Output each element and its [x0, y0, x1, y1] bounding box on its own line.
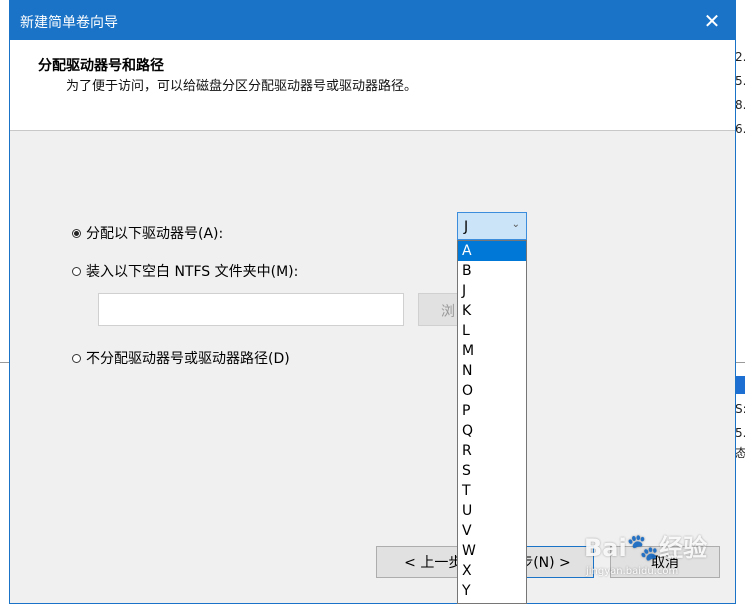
drive-letter-option-m[interactable]: M	[458, 341, 526, 361]
assign-letter-option[interactable]: 分配以下驱动器号(A):	[72, 223, 223, 243]
drive-letter-option-o[interactable]: O	[458, 381, 526, 401]
bg-fragment: 5.	[735, 426, 745, 440]
window-title: 新建简单卷向导	[20, 15, 118, 31]
drive-letter-option-x[interactable]: X	[458, 561, 526, 581]
drive-letter-option-w[interactable]: W	[458, 541, 526, 561]
folder-path-input[interactable]	[98, 293, 404, 326]
baidu-watermark-logo: Bai🐾经验	[584, 528, 707, 563]
drive-letter-option-p[interactable]: P	[458, 401, 526, 421]
page-subtitle: 为了便于访问，可以给磁盘分区分配驱动器号或驱动器路径。	[66, 79, 418, 94]
assign-letter-label: 分配以下驱动器号(A):	[86, 226, 224, 242]
drive-letter-option-s[interactable]: S	[458, 461, 526, 481]
mount-folder-option[interactable]: 装入以下空白 NTFS 文件夹中(M):	[72, 261, 298, 281]
bg-fragment: 1.	[735, 40, 745, 42]
title-bar[interactable]: 新建简单卷向导 ✕	[10, 1, 735, 40]
watermark-url: jingyan.baidu.com	[586, 566, 679, 577]
drive-letter-option-t[interactable]: T	[458, 481, 526, 501]
mount-folder-label: 装入以下空白 NTFS 文件夹中(M):	[86, 264, 299, 280]
bg-fragment: 5.	[735, 74, 745, 88]
browse-label: 浏	[441, 304, 455, 320]
drive-letter-option-n[interactable]: N	[458, 361, 526, 381]
drive-letter-option-u[interactable]: U	[458, 501, 526, 521]
radio-no-assign[interactable]	[72, 353, 81, 363]
drive-letter-option-b[interactable]: B	[458, 261, 526, 281]
drive-letter-dropdown-list[interactable]: ABJKLMNOPQRSTUVWXY	[457, 240, 527, 604]
drive-letter-value: J	[464, 219, 469, 235]
bg-fragment: S:	[735, 402, 745, 416]
no-assign-label: 不分配驱动器号或驱动器路径(D)	[86, 351, 290, 367]
radio-mount-folder[interactable]	[72, 266, 81, 276]
bg-fragment: 8.	[735, 98, 745, 112]
bg-right-strip: 7. 1. 2. 5. 8. 6. S: 5. 态	[735, 40, 745, 600]
close-icon: ✕	[703, 8, 721, 33]
page-title: 分配驱动器号和路径	[38, 58, 164, 74]
close-button[interactable]: ✕	[689, 1, 735, 40]
radio-assign-letter[interactable]	[72, 228, 81, 238]
drive-letter-option-j[interactable]: J	[458, 281, 526, 301]
chevron-down-icon: ⌄	[511, 219, 520, 230]
drive-letter-select[interactable]: J ⌄	[457, 212, 527, 240]
bg-fragment: 2.	[735, 50, 745, 64]
no-assign-option[interactable]: 不分配驱动器号或驱动器路径(D)	[72, 348, 290, 368]
bg-fragment: 6.	[735, 122, 745, 136]
drive-letter-option-v[interactable]: V	[458, 521, 526, 541]
drive-letter-option-y[interactable]: Y	[458, 581, 526, 601]
drive-letter-option-k[interactable]: K	[458, 301, 526, 321]
drive-letter-option-r[interactable]: R	[458, 441, 526, 461]
bg-fragment: 态	[735, 446, 745, 460]
drive-letter-option-q[interactable]: Q	[458, 421, 526, 441]
drive-letter-option-l[interactable]: L	[458, 321, 526, 341]
watermark-logo-text: Bai	[584, 534, 627, 562]
drive-letter-option-a[interactable]: A	[458, 241, 526, 261]
paw-icon: 🐾	[626, 533, 660, 563]
wizard-header: 分配驱动器号和路径 为了便于访问，可以给磁盘分区分配驱动器号或驱动器路径。	[10, 40, 735, 131]
watermark-logo-suffix: 经验	[659, 534, 708, 562]
new-simple-volume-wizard: 新建简单卷向导 ✕ 分配驱动器号和路径 为了便于访问，可以给磁盘分区分配驱动器号…	[9, 0, 736, 604]
